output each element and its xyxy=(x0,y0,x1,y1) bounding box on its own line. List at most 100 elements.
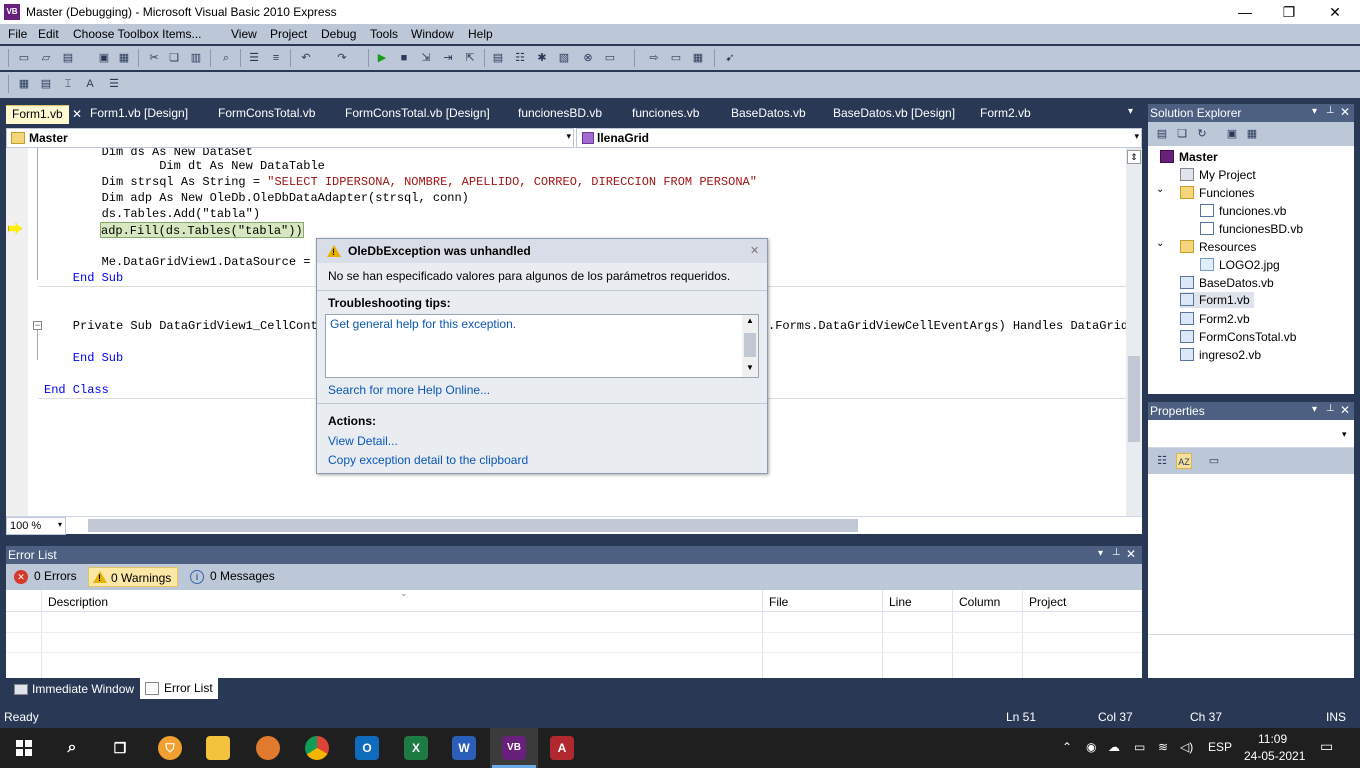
vb-app-icon[interactable]: VB xyxy=(4,4,20,20)
property-pages-icon[interactable]: ▭ xyxy=(1206,453,1222,469)
input-language[interactable]: ESP xyxy=(1208,740,1232,754)
add-item-icon[interactable]: ▤ xyxy=(60,50,76,66)
maximize-button[interactable]: ❐ xyxy=(1266,0,1312,24)
messages-filter-button[interactable]: i 0 Messages xyxy=(184,567,279,587)
close-panel-icon[interactable]: ✕ xyxy=(1126,547,1136,561)
quick-info-icon[interactable]: ⌶ xyxy=(60,76,76,92)
watch-window-icon[interactable]: ▦ xyxy=(690,50,706,66)
word-completion-icon[interactable]: A xyxy=(82,76,98,92)
collapse-region-icon[interactable]: − xyxy=(33,321,42,330)
method-name-combo[interactable]: llenaGrid ▾ xyxy=(576,128,1142,148)
tree-item-ingreso2-vb[interactable]: ingreso2.vb xyxy=(1180,348,1261,362)
scroll-down-icon[interactable]: ▼ xyxy=(746,363,754,372)
errors-filter-button[interactable]: ✕ 0 Errors xyxy=(8,567,81,587)
access-icon[interactable]: A xyxy=(550,736,574,760)
outlook-icon[interactable]: O xyxy=(355,736,379,760)
scroll-up-icon[interactable]: ▲ xyxy=(746,316,754,325)
tab-funciones-vb[interactable]: funciones.vb xyxy=(626,105,705,124)
search-icon[interactable]: ⌕ xyxy=(60,736,84,760)
comment-icon[interactable]: ☰ xyxy=(246,50,262,66)
tab-overflow-icon[interactable]: ▾ xyxy=(1128,106,1133,117)
tab-funcionesbd-vb[interactable]: funcionesBD.vb xyxy=(512,105,608,124)
menu-tools[interactable]: Tools xyxy=(370,27,398,41)
file-explorer-icon[interactable] xyxy=(206,736,230,760)
tree-item-logo2-jpg[interactable]: LOGO2.jpg xyxy=(1200,258,1280,272)
cut-icon[interactable]: ✂ xyxy=(146,50,162,66)
save-all-icon[interactable]: ▦ xyxy=(116,50,132,66)
properties-window-icon[interactable]: ☷ xyxy=(512,50,528,66)
general-help-link[interactable]: Get general help for this exception. xyxy=(330,317,516,331)
find-icon[interactable]: ⌕ xyxy=(218,50,234,66)
tree-item-form1-vb[interactable]: Form1.vb xyxy=(1180,292,1254,308)
menu-window[interactable]: Window xyxy=(411,27,454,41)
zoom-level-combo[interactable]: 100 % ▾ xyxy=(6,517,66,535)
meet-now-icon[interactable]: ◉ xyxy=(1086,740,1096,754)
new-project-icon[interactable]: ▭ xyxy=(16,50,32,66)
step-over-icon[interactable]: ⇥ xyxy=(440,50,456,66)
categorized-icon[interactable]: ☷ xyxy=(1154,453,1170,469)
excel-icon[interactable]: X xyxy=(404,736,428,760)
save-icon[interactable]: ▣ xyxy=(96,50,112,66)
tab-form2-vb[interactable]: Form2.vb xyxy=(974,105,1037,124)
tree-item-basedatos-vb[interactable]: BaseDatos.vb xyxy=(1180,276,1274,290)
tab-form1-design[interactable]: Form1.vb [Design] xyxy=(84,105,194,124)
pin-icon[interactable]: ⊥ xyxy=(1326,105,1335,116)
tab-error-list[interactable]: Error List xyxy=(140,678,218,699)
redo-icon[interactable]: ↷ xyxy=(334,50,350,66)
panel-dropdown-icon[interactable]: ▾ xyxy=(1312,404,1317,415)
pointer-tool-icon[interactable]: ➹ xyxy=(722,50,738,66)
close-button[interactable]: ✕ xyxy=(1312,0,1358,24)
onedrive-cloud-icon[interactable]: ☁ xyxy=(1108,740,1120,754)
panel-dropdown-icon[interactable]: ▾ xyxy=(1098,548,1103,559)
tab-basedatos-design[interactable]: BaseDatos.vb [Design] xyxy=(827,105,961,124)
view-code-icon[interactable]: ▣ xyxy=(1224,126,1240,142)
tab-formconstotal-design[interactable]: FormConsTotal.vb [Design] xyxy=(339,105,496,124)
clock-date[interactable]: 24-05-2021 xyxy=(1244,749,1305,763)
volume-icon[interactable]: ◁) xyxy=(1180,740,1193,754)
tab-form1-vb[interactable]: Form1.vb xyxy=(6,105,69,124)
open-file-icon[interactable]: ▱ xyxy=(38,50,54,66)
column-line[interactable]: Line xyxy=(889,595,912,609)
expander-icon[interactable]: ⌄ xyxy=(1156,184,1164,195)
column-file[interactable]: File xyxy=(769,595,788,609)
tab-basedatos-vb[interactable]: BaseDatos.vb xyxy=(725,105,812,124)
menu-help[interactable]: Help xyxy=(468,27,493,41)
step-out-icon[interactable]: ⇱ xyxy=(462,50,478,66)
tips-scrollbar[interactable]: ▲ ▼ xyxy=(742,315,758,377)
tab-immediate-window[interactable]: Immediate Window xyxy=(10,680,138,699)
tree-item-form2-vb[interactable]: Form2.vb xyxy=(1180,312,1250,326)
step-into-icon[interactable]: ⇲ xyxy=(418,50,434,66)
pin-icon[interactable]: ⊥ xyxy=(1326,403,1335,414)
indicator-margin[interactable] xyxy=(6,148,28,516)
tree-item-formconstotal-vb[interactable]: FormConsTotal.vb xyxy=(1180,330,1296,344)
tree-item-funciones-vb[interactable]: funciones.vb xyxy=(1200,204,1286,218)
uncomment-icon[interactable]: ≡ xyxy=(268,50,284,66)
notification-center-icon[interactable]: ▭ xyxy=(1320,738,1333,755)
close-panel-icon[interactable]: ✕ xyxy=(1340,105,1350,119)
tree-item-funcionesbd-vb[interactable]: funcionesBD.vb xyxy=(1200,222,1303,236)
task-view-icon[interactable]: ❐ xyxy=(108,736,132,760)
copy-exception-detail-link[interactable]: Copy exception detail to the clipboard xyxy=(328,453,528,467)
search-help-online-link[interactable]: Search for more Help Online... xyxy=(328,383,490,397)
chrome-icon[interactable] xyxy=(305,736,329,760)
brave-icon[interactable] xyxy=(256,736,280,760)
object-browser-icon[interactable]: ✱ xyxy=(534,50,550,66)
vpn-shield-icon[interactable]: ⛉ xyxy=(158,736,182,760)
list-members-icon[interactable]: ▦ xyxy=(16,76,32,92)
close-tab-icon[interactable]: ✕ xyxy=(72,107,82,121)
visual-basic-taskbar-icon[interactable]: VB xyxy=(502,736,526,760)
menu-project[interactable]: Project xyxy=(270,27,307,41)
tree-item-funciones[interactable]: Funciones xyxy=(1180,186,1254,200)
column-description[interactable]: Description xyxy=(48,595,108,609)
tab-formconstotal-vb[interactable]: FormConsTotal.vb xyxy=(212,105,321,124)
tree-item-my-project[interactable]: My Project xyxy=(1180,168,1256,182)
refresh-icon[interactable]: ↻ xyxy=(1194,126,1210,142)
properties-icon[interactable]: ▤ xyxy=(1154,126,1170,142)
continue-icon[interactable]: ▶ xyxy=(374,50,390,66)
scroll-thumb[interactable] xyxy=(88,519,858,532)
minimize-button[interactable]: — xyxy=(1222,0,1268,24)
wifi-icon[interactable]: ≋ xyxy=(1158,740,1168,754)
scroll-thumb[interactable] xyxy=(1128,356,1140,442)
warnings-filter-button[interactable]: ! 0 Warnings xyxy=(88,567,178,587)
clock-time[interactable]: 11:09 xyxy=(1258,732,1287,746)
